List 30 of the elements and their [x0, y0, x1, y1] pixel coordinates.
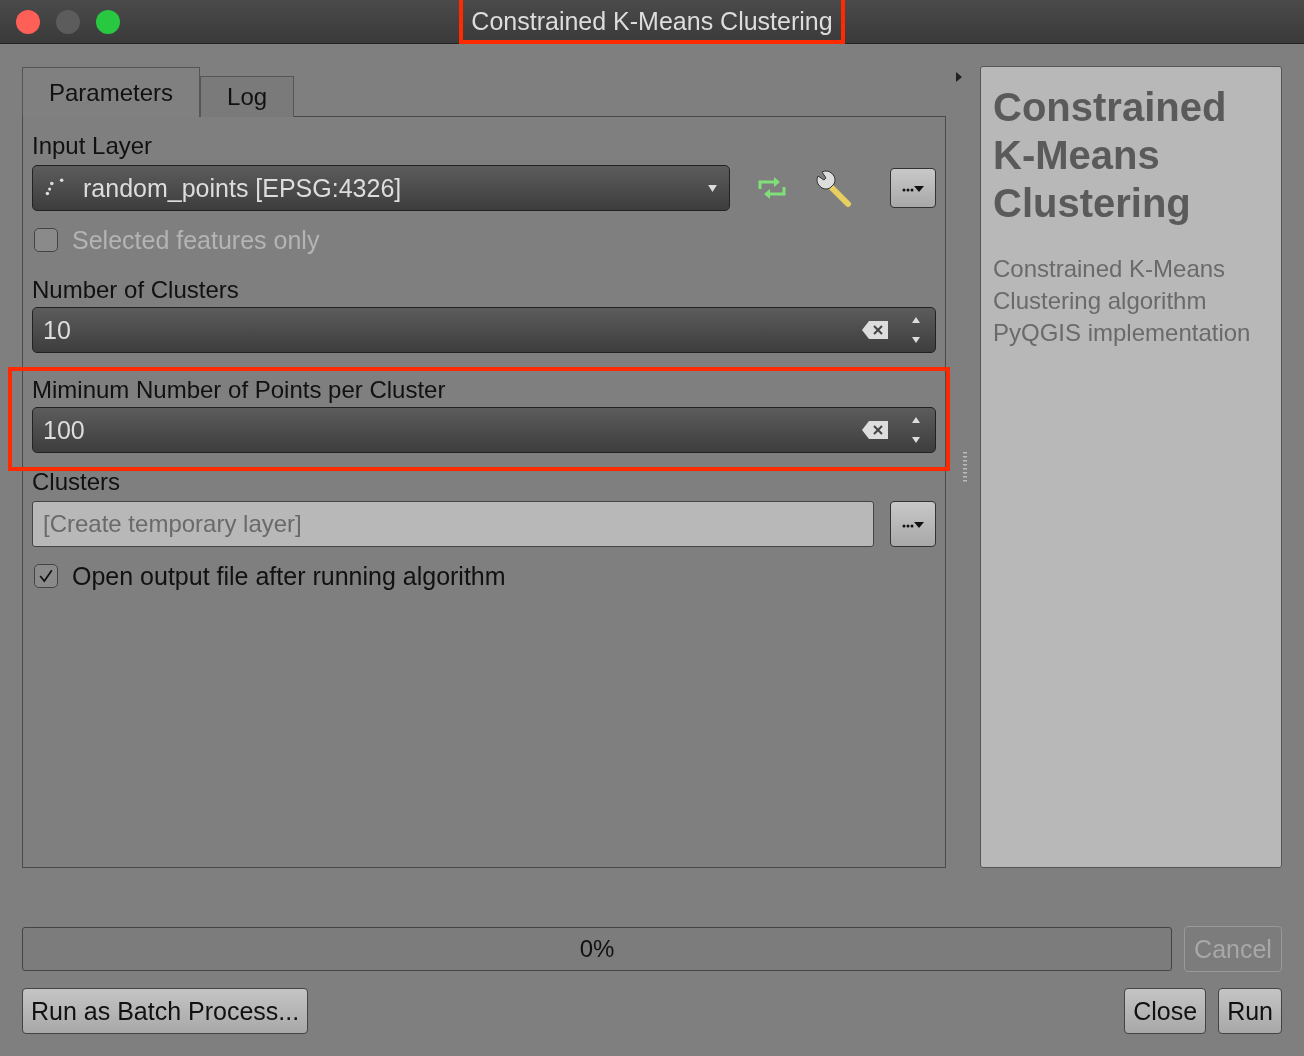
clear-icon[interactable]	[861, 420, 889, 440]
zoom-button[interactable]	[96, 10, 120, 34]
wrench-icon[interactable]	[814, 168, 854, 208]
checkbox-label: Open output file after running algorithm	[72, 561, 506, 591]
parameter-label: Miminum Number of Points per Cluster	[32, 375, 447, 405]
spin-arrows-icon[interactable]	[911, 416, 921, 444]
window-title: Constrained K-Means Clustering	[471, 7, 833, 35]
dialog-button[interactable]: Close	[1124, 988, 1207, 1034]
close-button[interactable]	[16, 10, 40, 34]
spin-arrows-icon[interactable]	[911, 316, 921, 344]
parameter-label: Input Layer	[32, 131, 154, 161]
output-field[interactable]: [Create temporary layer]	[32, 501, 874, 547]
tab[interactable]: Parameters	[22, 67, 201, 117]
layer-dropdown[interactable]: random_points [EPSG:4326]	[32, 165, 730, 211]
options-button[interactable]	[890, 501, 936, 547]
collapse-arrow-icon[interactable]	[956, 72, 962, 82]
parameter-label: Clusters	[32, 467, 122, 497]
checkbox[interactable]	[34, 564, 58, 588]
help-description: Constrained K-Means Clustering algorithm PyQGIS implementation	[993, 254, 1252, 348]
parameter-label: Number of Clusters	[32, 275, 240, 305]
batch-button[interactable]: Run as Batch Process...	[22, 988, 309, 1034]
options-button[interactable]	[890, 168, 936, 208]
caret-icon	[708, 184, 717, 192]
number-field[interactable]: 100	[32, 407, 936, 453]
progress-reading: 0%	[579, 935, 615, 963]
dialog-button[interactable]: Run	[1218, 988, 1282, 1034]
clear-icon[interactable]	[861, 320, 889, 340]
help-title: Constrained K-Means Clustering	[993, 84, 1228, 227]
tab[interactable]: Log	[200, 76, 295, 117]
number-field[interactable]: 10	[32, 307, 936, 353]
